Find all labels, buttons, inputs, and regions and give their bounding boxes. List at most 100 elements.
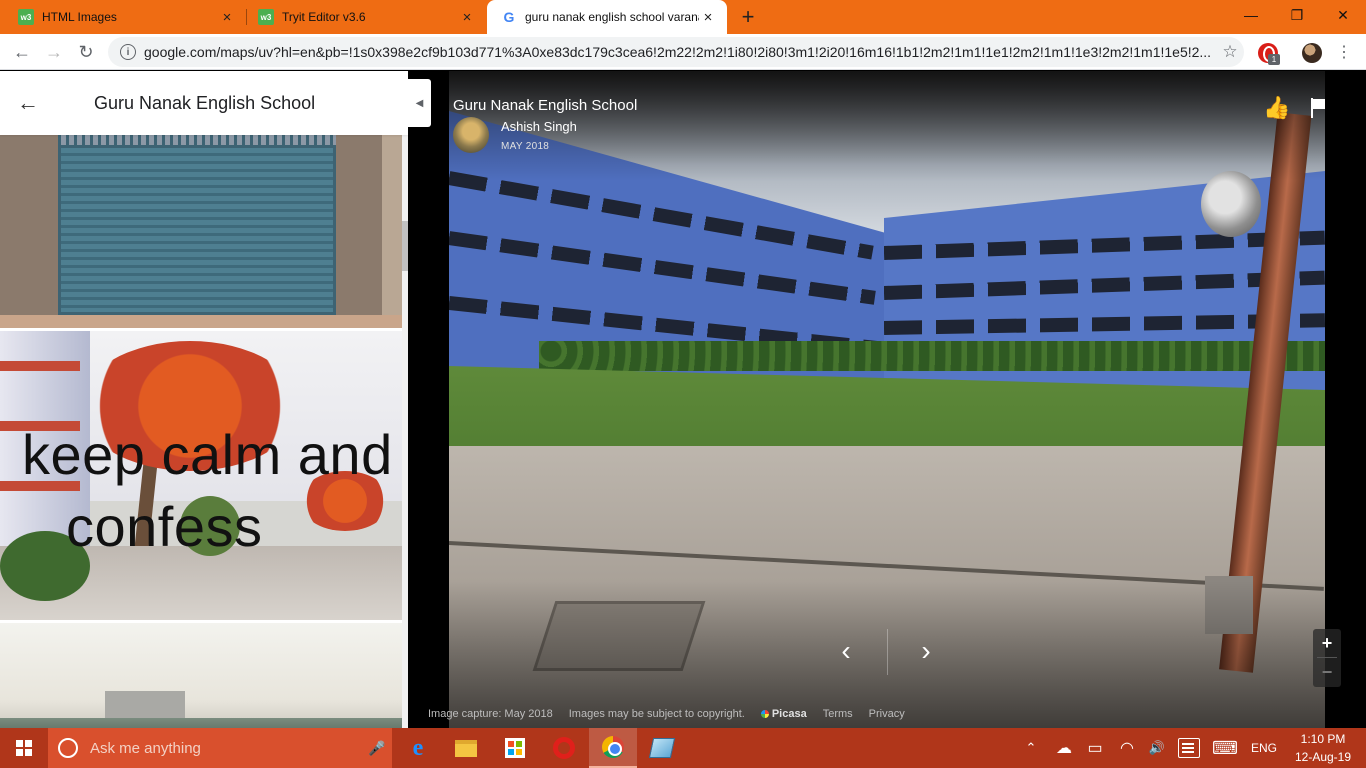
volume-icon[interactable]: 🔊 [1146,728,1168,768]
zoom-in-button[interactable]: + [1313,629,1341,657]
back-button[interactable]: ← [8,38,36,66]
picasa-logo: Picasa [760,708,807,720]
photo-building [105,691,185,721]
system-clock[interactable]: 1:10 PM 12-Aug-19 [1286,730,1360,766]
cortana-icon [58,738,78,758]
opera-icon [553,737,575,759]
photo-viewer: Guru Nanak English School Ashish Singh M… [408,71,1366,728]
editor-app-icon [648,738,676,758]
close-window-button[interactable]: ✕ [1320,0,1366,30]
windows-taskbar: Ask me anything 🎤 e ⌃ ☁ ▭ ◠ 🔊 ⌨ ENG 1:10… [0,728,1366,768]
viewer-place-title[interactable]: Guru Nanak English School [453,97,637,114]
photo-thumbnail-flame-tree[interactable]: keep calm and confess [0,331,402,620]
image-capture-date: Image capture: May 2018 [428,708,553,720]
back-arrow-icon[interactable]: ← [0,71,56,135]
tab-tryit-editor[interactable]: w3 Tryit Editor v3.6 × [240,0,486,34]
taskbar-chrome[interactable] [589,728,637,768]
photo-thumbnail-gate[interactable] [0,135,402,328]
terms-link[interactable]: Terms [823,708,853,720]
photo-thumbnail-campus[interactable] [0,623,402,728]
taskbar-opera[interactable] [540,728,588,768]
keyboard-icon[interactable]: ⌨ [1210,728,1240,768]
site-info-icon[interactable]: i [120,44,136,60]
start-button[interactable] [0,728,48,768]
edge-icon: e [412,734,424,761]
reload-button[interactable]: ↻ [72,38,100,66]
search-placeholder: Ask me anything [90,739,201,757]
caption-line: confess [66,495,263,558]
thumbs-up-icon[interactable]: 👍 [1263,95,1290,121]
folder-icon [455,739,477,757]
store-icon [505,738,525,758]
contributor-avatar[interactable] [453,117,489,153]
bookmark-star-icon[interactable]: ☆ [1216,42,1244,62]
contributor-name[interactable]: Ashish Singh [501,119,577,134]
chrome-menu-icon[interactable]: ⋮ [1336,42,1352,62]
battery-icon[interactable]: ▭ [1084,728,1106,768]
next-photo-button[interactable]: › [906,631,946,671]
top-gradient [449,71,1325,181]
copyright-notice: Images may be subject to copyright. [568,708,745,720]
tab-strip: w3 HTML Images × w3 Tryit Editor v3.6 × … [0,0,1366,34]
taskbar-edge[interactable]: e [394,728,442,768]
gate-pillar [0,135,58,328]
url-text[interactable]: google.com/maps/uv?hl=en&pb=!1s0x398e2cf… [144,44,1216,60]
privacy-link[interactable]: Privacy [869,708,905,720]
extension-badge: 1 [1268,54,1280,65]
taskbar-store[interactable] [491,728,539,768]
caption-line: keep calm and [22,423,393,486]
w3schools-favicon-icon: w3 [258,9,274,25]
photo-list-panel: ← Guru Nanak English School keep calm an… [0,71,408,728]
new-tab-button[interactable]: + [736,4,760,30]
hedge-row [539,341,1325,371]
browser-toolbar: ← → ↻ i google.com/maps/uv?hl=en&pb=!1s0… [0,34,1366,70]
minimize-button[interactable]: — [1228,0,1274,30]
address-bar[interactable]: i google.com/maps/uv?hl=en&pb=!1s0x398e2… [108,37,1244,67]
panel-title: Guru Nanak English School [94,92,316,113]
picasa-icon [760,710,769,718]
school-gate [58,145,336,315]
input-language[interactable]: ENG [1246,728,1282,768]
gate-wall [382,135,402,328]
action-center-icon[interactable] [1178,738,1200,758]
building-stripe [0,361,80,371]
viewer-footer: Image capture: May 2018 Images may be su… [428,708,905,720]
profile-avatar[interactable] [1302,43,1322,63]
restore-button[interactable]: ❐ [1274,0,1320,30]
tab-title: HTML Images [42,10,117,24]
tab-close-icon[interactable]: × [458,9,476,26]
forward-button[interactable]: → [40,38,68,66]
clock-date: 12-Aug-19 [1294,750,1352,764]
w3schools-favicon-icon: w3 [18,9,34,25]
windows-logo-icon [16,740,32,756]
nav-divider [887,629,888,675]
zoom-control: + − [1313,629,1341,687]
photo-wall [0,718,402,728]
taskbar-file-explorer[interactable] [442,728,490,768]
tab-close-icon[interactable]: × [699,9,717,26]
previous-photo-button[interactable]: ‹ [826,631,866,671]
cortana-search-box[interactable]: Ask me anything 🎤 [48,728,392,768]
gate-pillar [336,135,382,328]
panel-header: ← Guru Nanak English School [0,71,408,135]
tab-title: Tryit Editor v3.6 [282,10,366,24]
gate-ground [0,315,402,328]
wifi-icon[interactable]: ◠ [1116,728,1138,768]
tab-google-maps[interactable]: G guru nanak english school varanasi × [487,0,727,34]
photo-caption-overlay: keep calm and confess [22,419,393,563]
onedrive-icon[interactable]: ☁ [1052,728,1076,768]
tab-close-icon[interactable]: × [218,9,236,26]
google-favicon-icon: G [503,9,515,25]
zoom-out-button[interactable]: − [1313,658,1341,686]
tab-title: guru nanak english school varanasi [525,10,699,24]
picasa-label: Picasa [771,708,807,720]
flag-icon[interactable] [1306,95,1332,121]
taskbar-editor[interactable] [638,728,686,768]
collapse-panel-button[interactable]: ◀ [408,79,431,127]
clock-time: 1:10 PM [1300,732,1346,746]
photo-date: MAY 2018 [501,141,550,152]
show-hidden-icons[interactable]: ⌃ [1020,728,1042,768]
microphone-icon[interactable]: 🎤 [362,740,392,757]
tab-html-images[interactable]: w3 HTML Images × [0,0,246,34]
chrome-icon [602,736,624,758]
